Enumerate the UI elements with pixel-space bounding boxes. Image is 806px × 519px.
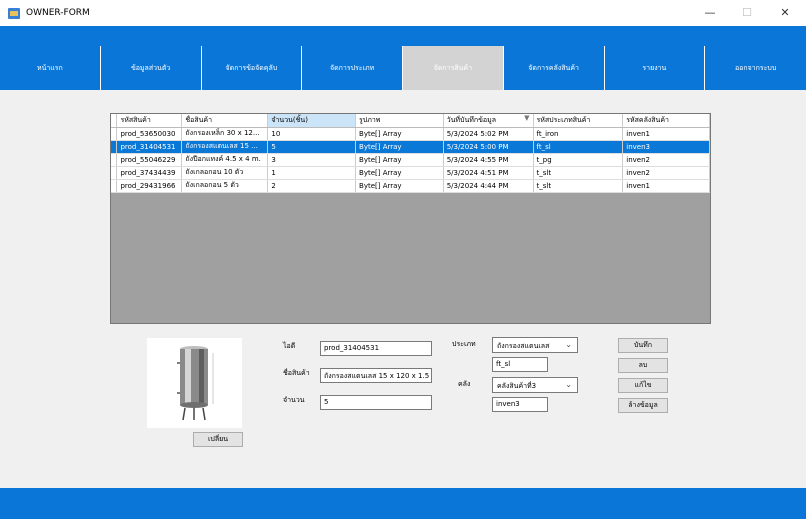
product-grid[interactable]: รหัสสินค้า ชื่อสินค้า จำนวน(ชิ้น) รูปภาพ… [110,113,711,324]
save-button[interactable]: บันทึก [618,338,668,353]
warehouse-label: คลัง [458,380,471,388]
sort-arrow-icon: ▼ [524,114,530,122]
cell-product-name[interactable]: ถังเกลอกอน 10 ตัว [181,166,269,180]
cell-date[interactable]: 5/3/2024 4:55 PM [443,153,534,167]
cell-product-id[interactable]: prod_29431966 [116,179,183,193]
cell-quantity[interactable]: 10 [267,127,357,141]
cell-date[interactable]: 5/3/2024 4:44 PM [443,179,534,193]
chevron-down-icon: ⌄ [565,340,572,349]
warehouse-dropdown[interactable]: คลังสินค้าที่3 ⌄ [492,377,578,393]
nav-manage-warehouse[interactable]: จัดการคลังสินค้า [504,46,605,90]
cell-warehouse-id[interactable]: inven2 [622,153,710,167]
cell-image[interactable]: Byte[] Array [355,153,444,167]
clear-button[interactable]: ล้างข้อมูล [618,398,668,413]
cell-product-id[interactable]: prod_53650030 [116,127,183,141]
table-row[interactable]: prod_55046229 ถังปีอกแทงค์ 4.5 x 4 m. 3 … [111,153,710,167]
quantity-field[interactable]: 5 [320,395,432,410]
chevron-down-icon: ⌄ [565,380,572,389]
column-header[interactable]: จำนวน(ชิ้น) [267,114,357,128]
warehouse-dropdown-value: คลังสินค้าที่3 [497,382,537,390]
column-header[interactable]: วันที่บันทึกข้อมูล ▼ [443,114,534,128]
nav-logout[interactable]: ออกจากระบบ [705,46,806,90]
name-field[interactable]: ถังกรองสแตนเลส 15 x 120 x 1.5 [320,368,432,383]
table-row[interactable]: prod_53650030 ถังกรองเหล็ก 30 x 12... 10… [111,127,710,141]
column-header[interactable]: ชื่อสินค้า [181,114,269,128]
cell-product-name[interactable]: ถังปีอกแทงค์ 4.5 x 4 m. [181,153,269,167]
cell-date[interactable]: 5/3/2024 5:02 PM [443,127,534,141]
table-row[interactable]: prod_31404531 ถังกรองสแตนเลส 15 ... 5 By… [111,140,710,154]
nav-manage-product[interactable]: จัดการสินค้า [403,46,504,90]
cell-quantity[interactable]: 1 [267,166,357,180]
cell-warehouse-id[interactable]: inven2 [622,166,710,180]
cell-image[interactable]: Byte[] Array [355,140,444,154]
table-row[interactable]: prod_37434439 ถังเกลอกอน 10 ตัว 1 Byte[]… [111,166,710,180]
cell-warehouse-id[interactable]: inven3 [622,140,710,154]
column-header-label: วันที่บันทึกข้อมูล [446,115,496,124]
type-code-field[interactable]: ft_sl [492,357,548,372]
delete-button[interactable]: ลบ [618,358,668,373]
title-bar: OWNER-FORM — ☐ ✕ [0,0,806,26]
warehouse-code-field[interactable]: inven3 [492,397,548,412]
cell-quantity[interactable]: 5 [267,140,357,154]
maximize-button[interactable]: ☐ [737,5,757,21]
close-button[interactable]: ✕ [775,5,795,21]
cell-type-id[interactable]: ft_sl [533,140,624,154]
cell-type-id[interactable]: ft_iron [533,127,624,141]
cell-product-id[interactable]: prod_37434439 [116,166,183,180]
type-label: ประเภท [452,340,476,348]
cell-product-id[interactable]: prod_55046229 [116,153,183,167]
nav-home[interactable]: หน้าแรก [0,46,101,90]
product-image [147,338,242,428]
minimize-button[interactable]: — [700,5,720,21]
id-label: ไอดี [283,342,296,350]
cell-product-name[interactable]: ถังกรองสแตนเลส 15 ... [181,140,269,154]
cell-product-name[interactable]: ถังเกลอกอน 5 ตัว [181,179,269,193]
nav-manage-type[interactable]: จัดการประเภท [302,46,403,90]
cell-quantity[interactable]: 2 [267,179,357,193]
column-header[interactable]: รหัสสินค้า [116,114,183,128]
table-row[interactable]: prod_29431966 ถังเกลอกอน 5 ตัว 2 Byte[] … [111,179,710,193]
cell-warehouse-id[interactable]: inven1 [622,127,710,141]
column-header[interactable]: รูปภาพ [355,114,444,128]
nav-profile[interactable]: ข้อมูลส่วนตัว [101,46,202,90]
cell-quantity[interactable]: 3 [267,153,357,167]
cell-product-id[interactable]: prod_31404531 [116,140,183,154]
cell-type-id[interactable]: t_slt [533,166,624,180]
column-header[interactable]: รหัสคลังสินค้า [622,114,710,128]
cell-type-id[interactable]: t_slt [533,179,624,193]
app-icon [8,8,20,19]
main-nav: หน้าแรก ข้อมูลส่วนตัว จัดการข้อจัดคุลับ … [0,46,806,90]
cell-image[interactable]: Byte[] Array [355,166,444,180]
edit-button[interactable]: แก้ไข [618,378,668,393]
cell-image[interactable]: Byte[] Array [355,127,444,141]
nav-manage-info[interactable]: จัดการข้อจัดคุลับ [202,46,303,90]
footer-band [0,488,806,519]
type-dropdown-value: ถังกรองสแตนเลส [497,342,550,350]
cell-date[interactable]: 5/3/2024 4:51 PM [443,166,534,180]
cell-type-id[interactable]: t_pg [533,153,624,167]
nav-report[interactable]: รายงาน [605,46,706,90]
name-label: ชื่อสินค้า [283,369,310,377]
cell-image[interactable]: Byte[] Array [355,179,444,193]
header-band [0,26,806,46]
cell-warehouse-id[interactable]: inven1 [622,179,710,193]
id-field[interactable]: prod_31404531 [320,341,432,356]
change-image-button[interactable]: เปลี่ยน [193,432,243,447]
cell-product-name[interactable]: ถังกรองเหล็ก 30 x 12... [181,127,269,141]
quantity-label: จำนวน [283,396,305,404]
cell-date[interactable]: 5/3/2024 5:00 PM [443,140,534,154]
column-header[interactable]: รหัสประเภทสินค้า [533,114,624,128]
window-title: OWNER-FORM [26,8,90,18]
type-dropdown[interactable]: ถังกรองสแตนเลส ⌄ [492,337,578,353]
